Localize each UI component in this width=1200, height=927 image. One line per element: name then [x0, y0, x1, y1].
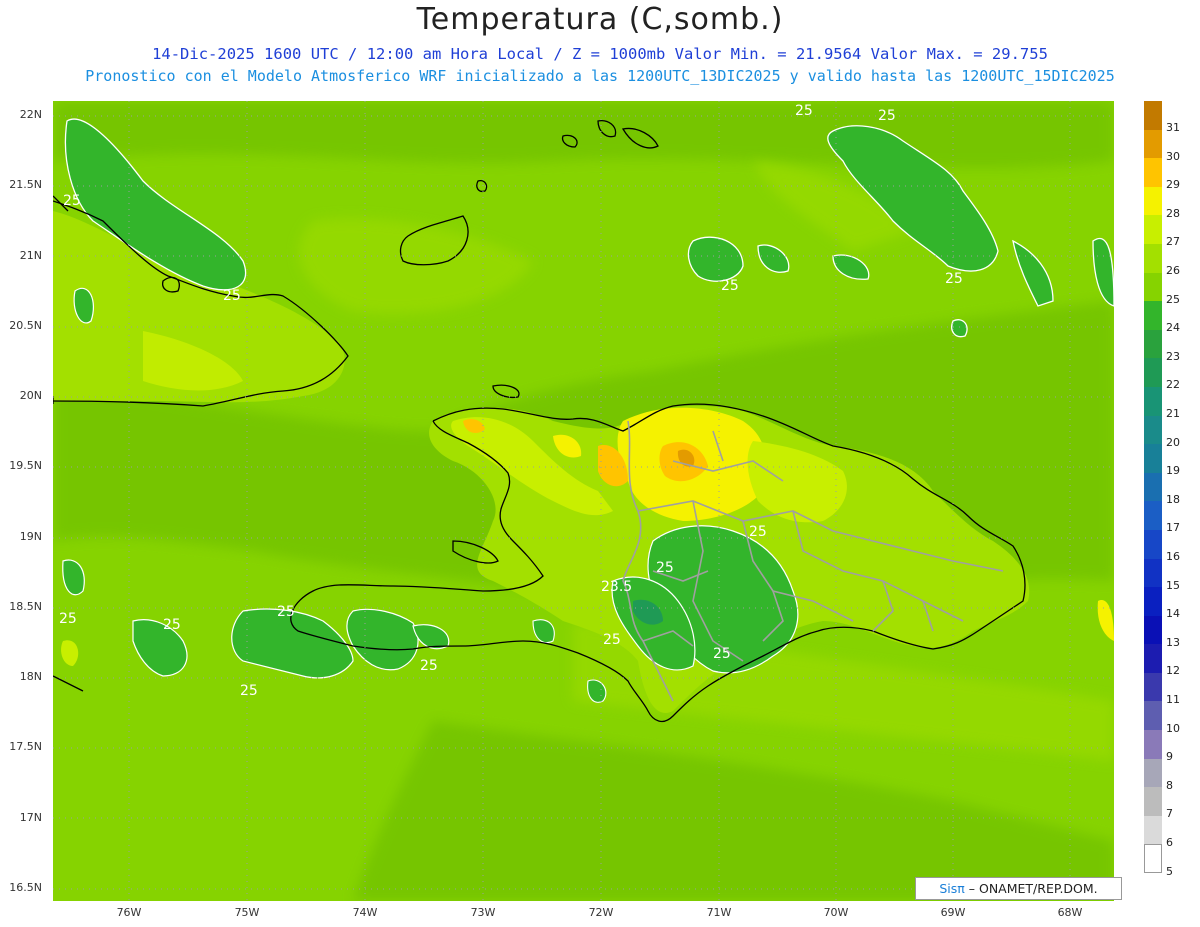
x-tick-label: 74W [352, 906, 378, 919]
colorbar-cell [1144, 558, 1162, 588]
colorbar-cell [1144, 701, 1162, 731]
colorbar-label: 5 [1166, 864, 1173, 878]
colorbar-label: 7 [1166, 807, 1173, 821]
colorbar-label: 8 [1166, 778, 1173, 792]
colorbar-label: 19 [1166, 464, 1180, 478]
y-tick-label: 22N [19, 108, 42, 121]
colorbar-cell [1144, 301, 1162, 330]
contour-label: 25 [795, 103, 813, 119]
colorbar-label: 15 [1166, 578, 1180, 592]
contour-label: 25 [223, 288, 241, 304]
colorbar-label: 18 [1166, 492, 1180, 506]
x-tick-label: 73W [470, 906, 496, 919]
contour-label: 25 [749, 524, 767, 540]
y-tick-label: 21.5N [9, 178, 42, 191]
colorbar-cell [1144, 844, 1162, 874]
x-tick-label: 75W [234, 906, 260, 919]
contour-label: 25 [721, 278, 739, 294]
colorbar-cell [1144, 215, 1162, 244]
credit-text: – ONAMET/REP.DOM. [964, 881, 1098, 896]
colorbar-label: 14 [1166, 607, 1180, 621]
map-title: Temperatura (C,somb.) [416, 2, 784, 37]
contour-label: 23.5 [601, 579, 632, 595]
colorbar-label: 13 [1166, 635, 1180, 649]
x-tick-label: 69W [940, 906, 966, 919]
contour-label: 25 [163, 617, 181, 633]
colorbar-cell [1144, 358, 1162, 387]
colorbar-cell [1144, 587, 1162, 616]
colorbar-cell [1144, 501, 1162, 530]
y-tick-label: 20N [19, 389, 42, 402]
contour-label: 25 [420, 658, 438, 674]
colorbar-label: 16 [1166, 550, 1180, 563]
colorbar-label: 30 [1166, 149, 1180, 163]
colorbar-cell [1144, 243, 1162, 273]
colorbar-cell [1144, 444, 1162, 473]
y-tick-label: 21N [19, 249, 42, 262]
x-tick-label: 72W [588, 906, 614, 919]
y-tick-label: 19.5N [9, 459, 42, 472]
contour-label: 25 [713, 646, 731, 662]
colorbar-cell [1144, 472, 1162, 502]
colorbar-label: 31 [1166, 121, 1180, 134]
colorbar-label: 22 [1166, 378, 1180, 392]
contour-label: 25 [945, 271, 963, 287]
colorbar-label: 21 [1166, 407, 1180, 420]
colorbar-label: 28 [1166, 206, 1180, 220]
y-tick-label: 16.5N [9, 881, 42, 894]
colorbar-cell [1144, 386, 1162, 416]
colorbar-cell [1144, 758, 1162, 788]
colorbar-cell [1144, 329, 1162, 359]
contour-label: 25 [63, 193, 81, 209]
y-tick-label: 18N [19, 670, 42, 683]
subtitle-model-info: Pronostico con el Modelo Atmosferico WRF… [85, 67, 1115, 85]
colorbar-label: 23 [1166, 349, 1180, 363]
colorbar-label: 26 [1166, 264, 1180, 277]
colorbar-label: 27 [1166, 235, 1180, 249]
y-tick-label: 20.5N [9, 319, 42, 332]
colorbar-cell [1144, 272, 1162, 302]
contour-label: 25 [59, 611, 77, 627]
colorbar-label: 17 [1166, 521, 1180, 535]
y-tick-label: 17.5N [9, 740, 42, 753]
colorbar-label: 24 [1166, 321, 1180, 335]
colorbar-label: 25 [1166, 292, 1180, 306]
contour-label: 25 [240, 683, 258, 699]
colorbar-label: 12 [1166, 664, 1180, 678]
colorbar-cell [1144, 787, 1162, 816]
colorbar-cell [1144, 730, 1162, 759]
temperature-map: 25 25 25 25 25 25 25 25 25 25 25 25 25 2… [53, 101, 1114, 901]
colorbar-cell [1144, 129, 1162, 159]
credit-box: Sisπ – ONAMET/REP.DOM. [915, 877, 1122, 900]
x-tick-label: 76W [116, 906, 142, 919]
contour-label: 25 [603, 632, 621, 648]
colorbar-cell [1144, 644, 1162, 673]
contour-label: 25 [878, 108, 896, 124]
colorbar-cell [1144, 186, 1162, 216]
colorbar-label: 10 [1166, 721, 1180, 735]
credit-logo: Sisπ [939, 881, 965, 896]
colorbar-label: 9 [1166, 750, 1173, 764]
colorbar-label: 11 [1166, 693, 1180, 706]
colorbar-cell [1144, 101, 1162, 130]
colorbar-cell [1144, 615, 1162, 645]
colorbar-label: 29 [1166, 178, 1180, 192]
y-tick-label: 18.5N [9, 600, 42, 613]
contour-label: 25 [277, 604, 295, 620]
colorbar-cell [1144, 415, 1162, 445]
x-tick-label: 70W [823, 906, 849, 919]
x-tick-label: 71W [706, 906, 732, 919]
x-tick-label: 68W [1057, 906, 1083, 919]
colorbar-cell [1144, 529, 1162, 559]
contour-label: 25 [656, 560, 674, 576]
colorbar-label: 20 [1166, 435, 1180, 449]
colorbar-cell [1144, 672, 1162, 702]
colorbar-cell [1144, 815, 1162, 845]
y-tick-label: 17N [19, 811, 42, 824]
subtitle-valid-time: 14-Dic-2025 1600 UTC / 12:00 am Hora Loc… [152, 45, 1048, 63]
colorbar-cell [1144, 158, 1162, 187]
y-tick-label: 19N [19, 530, 42, 543]
colorbar [1144, 101, 1162, 874]
colorbar-label: 6 [1166, 836, 1173, 849]
